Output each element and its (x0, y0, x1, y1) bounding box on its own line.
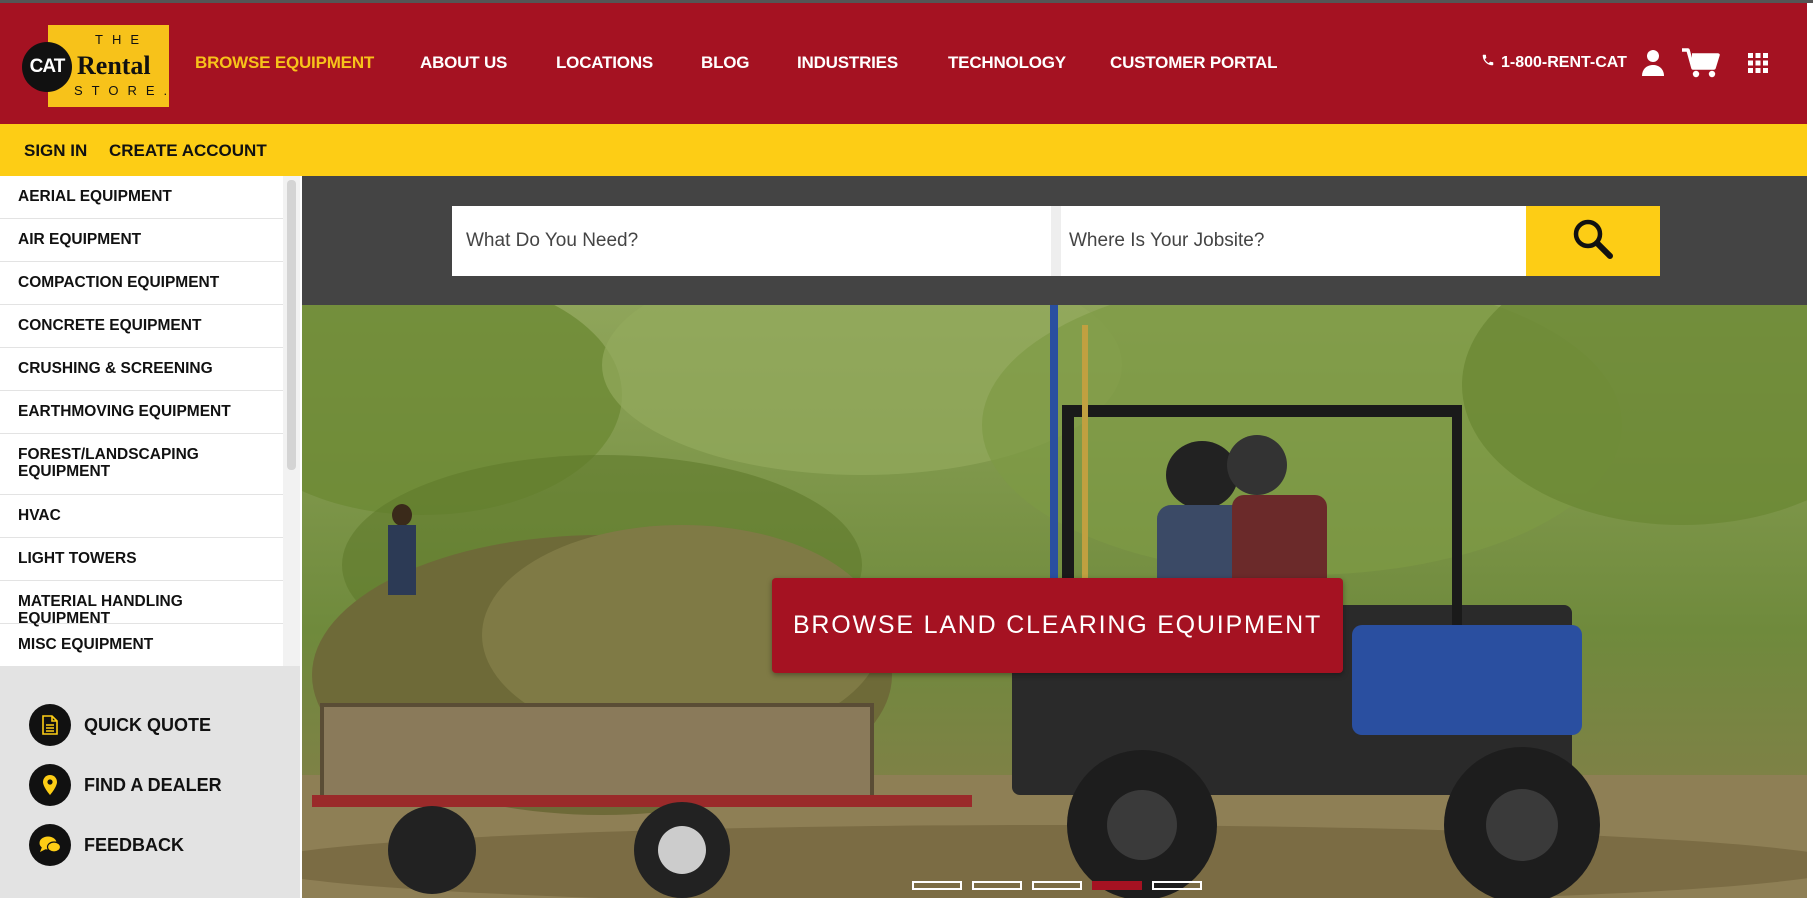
category-sidebar: AERIAL EQUIPMENT AIR EQUIPMENT COMPACTIO… (0, 176, 300, 898)
account-bar: SIGN IN CREATE ACCOUNT (0, 124, 1807, 176)
nav-browse-equipment[interactable]: BROWSE EQUIPMENT (195, 53, 374, 73)
find-a-dealer-label: FIND A DEALER (84, 774, 222, 795)
quick-links-panel: QUICK QUOTE FIND A DEALER FEEDBACK (0, 666, 300, 898)
cat-badge: CAT (22, 42, 72, 92)
user-icon[interactable] (1641, 49, 1665, 82)
nav-blog[interactable]: BLOG (701, 53, 750, 73)
jobsite-location-input[interactable] (1061, 212, 1518, 270)
sidebar-scrollbar[interactable] (283, 176, 300, 666)
document-icon (29, 704, 71, 746)
category-compaction-equipment[interactable]: COMPACTION EQUIPMENT (0, 262, 283, 305)
cat-rental-store-logo[interactable]: CAT THE Rental STORE. (22, 25, 169, 107)
search-divider (1051, 206, 1061, 276)
hero-banner: BROWSE LAND CLEARING EQUIPMENT (302, 305, 1807, 898)
category-air-equipment[interactable]: AIR EQUIPMENT (0, 219, 283, 262)
carousel-dot-4[interactable] (1092, 881, 1142, 890)
phone-icon (1481, 53, 1495, 72)
category-misc-equipment[interactable]: MISC EQUIPMENT (0, 624, 283, 666)
category-list: AERIAL EQUIPMENT AIR EQUIPMENT COMPACTIO… (0, 176, 283, 666)
nav-locations[interactable]: LOCATIONS (556, 53, 653, 73)
nav-about-us[interactable]: ABOUT US (420, 53, 507, 73)
nav-technology[interactable]: TECHNOLOGY (948, 53, 1066, 73)
search-form (452, 206, 1660, 276)
equipment-search-input[interactable] (458, 212, 1049, 270)
quick-quote-link[interactable]: QUICK QUOTE (29, 704, 211, 746)
category-concrete-equipment[interactable]: CONCRETE EQUIPMENT (0, 305, 283, 348)
logo-the-text: THE (95, 32, 148, 47)
feedback-link[interactable]: FEEDBACK (29, 824, 184, 866)
location-pin-icon (29, 764, 71, 806)
cart-icon[interactable] (1681, 47, 1721, 84)
feedback-label: FEEDBACK (84, 834, 185, 855)
category-forest-landscaping-equipment[interactable]: FOREST/LANDSCAPING EQUIPMENT (0, 434, 283, 495)
category-earthmoving-equipment[interactable]: EARTHMOVING EQUIPMENT (0, 391, 283, 434)
chat-bubbles-icon (29, 824, 71, 866)
nav-industries[interactable]: INDUSTRIES (797, 53, 898, 73)
nav-customer-portal[interactable]: CUSTOMER PORTAL (1110, 53, 1278, 73)
category-crushing-screening[interactable]: CRUSHING & SCREENING (0, 348, 283, 391)
category-aerial-equipment[interactable]: AERIAL EQUIPMENT (0, 176, 283, 219)
quick-quote-label: QUICK QUOTE (84, 714, 212, 735)
category-light-towers[interactable]: LIGHT TOWERS (0, 538, 283, 581)
sign-in-link[interactable]: SIGN IN (24, 141, 87, 161)
site-header: CAT THE Rental STORE. BROWSE EQUIPMENT A… (0, 3, 1807, 124)
search-icon (1571, 217, 1615, 266)
browse-land-clearing-button[interactable]: BROWSE LAND CLEARING EQUIPMENT (772, 578, 1343, 673)
create-account-link[interactable]: CREATE ACCOUNT (109, 141, 267, 161)
search-button[interactable] (1526, 206, 1660, 276)
sidebar-scroll-thumb[interactable] (287, 180, 296, 470)
carousel-dot-3[interactable] (1032, 881, 1082, 890)
window-right-edge (1807, 3, 1813, 898)
logo-rental-text: Rental (77, 51, 151, 80)
find-a-dealer-link[interactable]: FIND A DEALER (29, 764, 222, 806)
carousel-indicators (912, 881, 1202, 890)
phone-link[interactable]: 1-800-RENT-CAT (1481, 53, 1627, 72)
search-strip (302, 176, 1807, 305)
grid-menu-icon[interactable] (1748, 53, 1768, 78)
carousel-dot-2[interactable] (972, 881, 1022, 890)
phone-number: 1-800-RENT-CAT (1501, 53, 1627, 71)
category-material-handling-equipment[interactable]: MATERIAL HANDLING EQUIPMENT (0, 581, 283, 627)
carousel-dot-1[interactable] (912, 881, 962, 890)
carousel-dot-5[interactable] (1152, 881, 1202, 890)
logo-store-text: STORE. (74, 83, 177, 98)
category-hvac[interactable]: HVAC (0, 495, 283, 538)
